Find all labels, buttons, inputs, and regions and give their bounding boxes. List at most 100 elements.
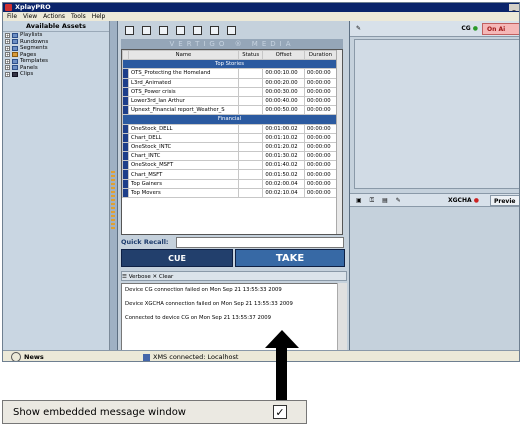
preview-button[interactable]: Previe [490,195,519,206]
menu-help[interactable]: Help [92,13,106,20]
sidebar-splitter[interactable] [110,21,118,350]
cell-duration: 00:00:00 [303,178,338,189]
playlist-panel: VERTIGO ® MEDIA Name Status Offset Durat… [119,21,347,361]
col-duration[interactable]: Duration [303,50,338,61]
save-icon[interactable] [159,25,168,35]
show-messages-checkbox[interactable]: ✓ [273,405,287,419]
cell-status [237,68,264,79]
news-label: News [24,353,44,361]
log-message: Connected to device CG on Mon Sep 21 13:… [125,315,271,321]
on-air-button[interactable]: On Ai [482,23,519,35]
minimize-button[interactable]: _ [509,4,519,11]
properties-icon[interactable] [227,25,236,35]
cell-offset: 00:01:10.02 [262,132,305,143]
table-row[interactable]: Lower3rd_Ian Arthur 00:00:40.00 00:00:00 [122,95,338,107]
asset-tree: + Playlists + Rundowns + Segments + Pages + T… [3,32,109,78]
table-row[interactable]: OTS_Protecting the Homeland 00:00:10.00 00… [122,68,338,79]
quick-recall-label: Quick Recall: [121,238,169,246]
cell-name: OneStock_MSFT [128,160,239,171]
col-status[interactable]: Status [237,50,264,61]
cg-monitor [354,39,519,189]
cell-name: Chart_DELL [128,132,239,143]
clear-button[interactable]: Clear [159,274,173,280]
edit-icon[interactable]: ✎ [356,25,361,32]
cell-offset: 00:00:40.00 [262,95,305,107]
cell-duration: 00:00:00 [303,95,338,107]
grid-scrollbar[interactable] [336,50,342,234]
disconnected-icon: ● [473,197,479,204]
copy-icon[interactable] [193,25,202,35]
print-icon[interactable] [176,25,185,35]
cell-offset: 00:00:20.00 [262,77,305,88]
cell-status [237,141,264,153]
menu-actions[interactable]: Actions [43,13,65,20]
table-row[interactable]: Chart_DELL 00:01:10.02 00:00:00 [122,132,338,143]
cg-device-label: CG ● [461,21,478,37]
table-row[interactable]: Top Gainers 00:02:00.04 00:00:00 [122,178,338,189]
table-row[interactable]: OneStock_MSFT 00:01:40.02 00:00:00 [122,160,338,171]
expand-icon[interactable]: + [5,32,10,38]
news-tab[interactable]: News [11,351,44,361]
take-button[interactable]: TAKE [235,249,345,267]
table-row[interactable]: Top Movers 00:02:10.04 00:00:00 [122,187,338,199]
menu-tools[interactable]: Tools [71,13,86,20]
message-window-option: Show embedded message window ✓ [2,400,307,424]
expand-icon[interactable]: + [5,52,10,58]
tree-item-clips[interactable]: + Clips [5,71,109,78]
menu-file[interactable]: File [7,13,17,20]
expand-icon[interactable]: + [5,65,10,71]
table-row[interactable]: OneStock_INTC 00:01:20.02 00:00:00 [122,141,338,153]
copy-icon[interactable]: ▤ [382,197,388,204]
shield-icon[interactable]: ⚿ [370,197,375,204]
table-row[interactable]: Chart_INTC 00:01:30.02 00:00:00 [122,151,338,162]
table-row[interactable]: Upnext_Financial report_Weather_S 00:00:5… [122,105,338,116]
cell-name: L3rd_Animated [128,77,239,88]
expand-icon[interactable]: + [5,71,10,77]
table-row[interactable]: OneStock_DELL 00:01:00.02 00:00:00 [122,123,338,134]
save-icon[interactable]: ▣ [356,197,362,204]
group-row[interactable]: Financial [122,114,337,125]
quick-recall-input[interactable] [176,237,344,248]
rundown-icon [12,39,18,45]
cell-status [237,169,264,180]
cue-button[interactable]: CUE [121,249,233,267]
table-row[interactable]: L3rd_Animated 00:00:20.00 00:00:00 [122,77,338,88]
verbose-icon[interactable]: ☰ [122,274,129,280]
table-row[interactable]: OTS_Power crisis 00:00:30.00 00:00:00 [122,86,338,97]
cell-name: OneStock_DELL [128,123,239,134]
cue-label: CUE [168,254,186,263]
cell-duration: 00:00:00 [303,68,338,79]
edit-icon[interactable]: ✎ [396,197,401,204]
expand-icon[interactable]: + [5,45,10,51]
cell-offset: 00:00:10.00 [262,68,305,79]
cell-duration: 00:00:00 [303,77,338,88]
playlist-rows: Top Stories OTS_Protecting the Homeland 00… [122,59,338,199]
group-row[interactable]: Top Stories [122,59,337,70]
cell-offset: 00:00:50.00 [262,105,305,116]
cell-offset: 00:02:00.04 [262,178,305,189]
table-row[interactable]: Chart_MSFT 00:01:50.02 00:00:00 [122,169,338,180]
verbose-button[interactable]: Verbose [129,274,151,280]
connection-status: XMS connected: Localhost [143,351,239,361]
col-name[interactable]: Name [128,50,239,61]
list-icon[interactable] [210,25,219,35]
col-offset[interactable]: Offset [262,50,305,61]
playlist-icon [12,32,18,38]
clip-icon [12,71,18,77]
cell-status [237,160,264,171]
open-icon[interactable] [142,25,151,35]
cell-status [237,132,264,143]
cell-duration: 00:00:00 [303,187,338,199]
expand-icon[interactable]: + [5,58,10,64]
expand-icon[interactable]: + [5,39,10,45]
cell-status [237,123,264,134]
new-icon[interactable] [125,25,134,35]
playlist-toolbar [119,21,347,39]
xgcha-device-label: XGCHA ● [448,194,479,208]
connected-icon: ● [472,25,478,32]
menu-view[interactable]: View [23,13,37,20]
cell-offset: 00:01:40.02 [262,160,305,171]
splitter-grip[interactable] [111,171,115,231]
cell-duration: 00:00:00 [303,160,338,171]
connection-label: XMS connected: Localhost [153,353,239,361]
